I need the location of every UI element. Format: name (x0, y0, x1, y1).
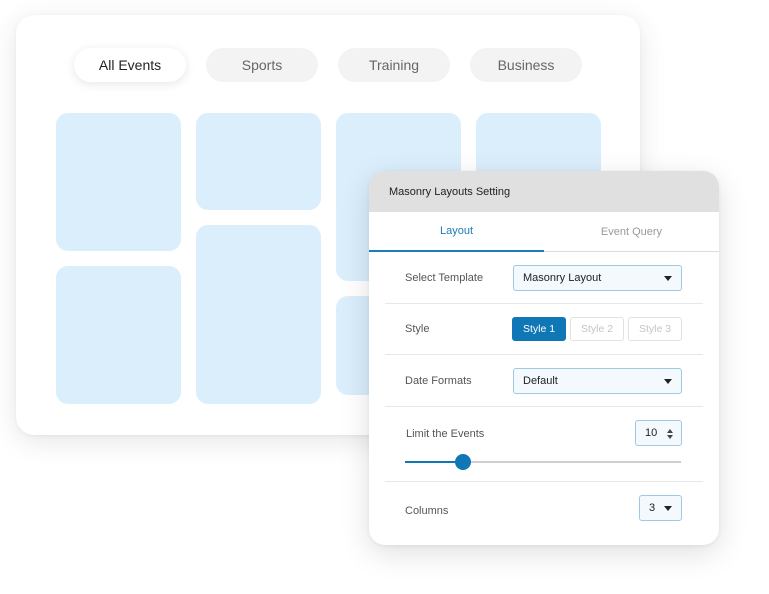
event-tile[interactable] (196, 113, 321, 210)
select-template-label: Select Template (405, 272, 484, 284)
date-formats-dropdown[interactable]: Default (513, 368, 682, 394)
columns-row: Columns 3 (385, 482, 703, 545)
caret-down-icon (664, 379, 672, 384)
filter-all-events[interactable]: All Events (74, 48, 186, 82)
style-label: Style (405, 323, 430, 335)
columns-value: 3 (649, 502, 656, 514)
columns-label: Columns (405, 505, 449, 517)
date-formats-value: Default (523, 375, 558, 387)
panel-tabs: Layout Event Query (369, 212, 719, 252)
style-1-button[interactable]: Style 1 (512, 317, 566, 341)
limit-events-value: 10 (645, 427, 658, 439)
caret-down-icon (664, 276, 672, 281)
limit-events-label: Limit the Events (406, 428, 485, 440)
filter-training[interactable]: Training (338, 48, 450, 82)
select-template-dropdown[interactable]: Masonry Layout (513, 265, 682, 291)
event-tile[interactable] (56, 266, 181, 404)
style-2-button[interactable]: Style 2 (570, 317, 624, 341)
style-row: Style Style 1 Style 2 Style 3 (385, 304, 703, 355)
spin-up-icon[interactable] (667, 429, 673, 433)
limit-events-slider[interactable] (405, 454, 681, 470)
select-template-value: Masonry Layout (523, 272, 602, 284)
select-template-row: Select Template Masonry Layout (385, 252, 703, 304)
event-tile[interactable] (196, 225, 321, 404)
filter-sports[interactable]: Sports (206, 48, 318, 82)
limit-events-stepper[interactable]: 10 (635, 420, 682, 446)
spin-down-icon[interactable] (667, 435, 673, 439)
panel-title: Masonry Layouts Setting (369, 171, 719, 212)
date-formats-label: Date Formats (405, 375, 472, 387)
date-formats-row: Date Formats Default (385, 355, 703, 407)
limit-events-row: Limit the Events 10 (385, 407, 703, 482)
caret-down-icon (664, 506, 672, 511)
event-tile[interactable] (56, 113, 181, 251)
slider-thumb[interactable] (454, 454, 471, 470)
masonry-settings-panel: Masonry Layouts Setting Layout Event Que… (369, 171, 719, 545)
tab-event-query[interactable]: Event Query (544, 212, 719, 251)
columns-dropdown[interactable]: 3 (639, 495, 682, 521)
tab-layout[interactable]: Layout (369, 212, 544, 252)
filter-business[interactable]: Business (470, 48, 582, 82)
style-3-button[interactable]: Style 3 (628, 317, 682, 341)
